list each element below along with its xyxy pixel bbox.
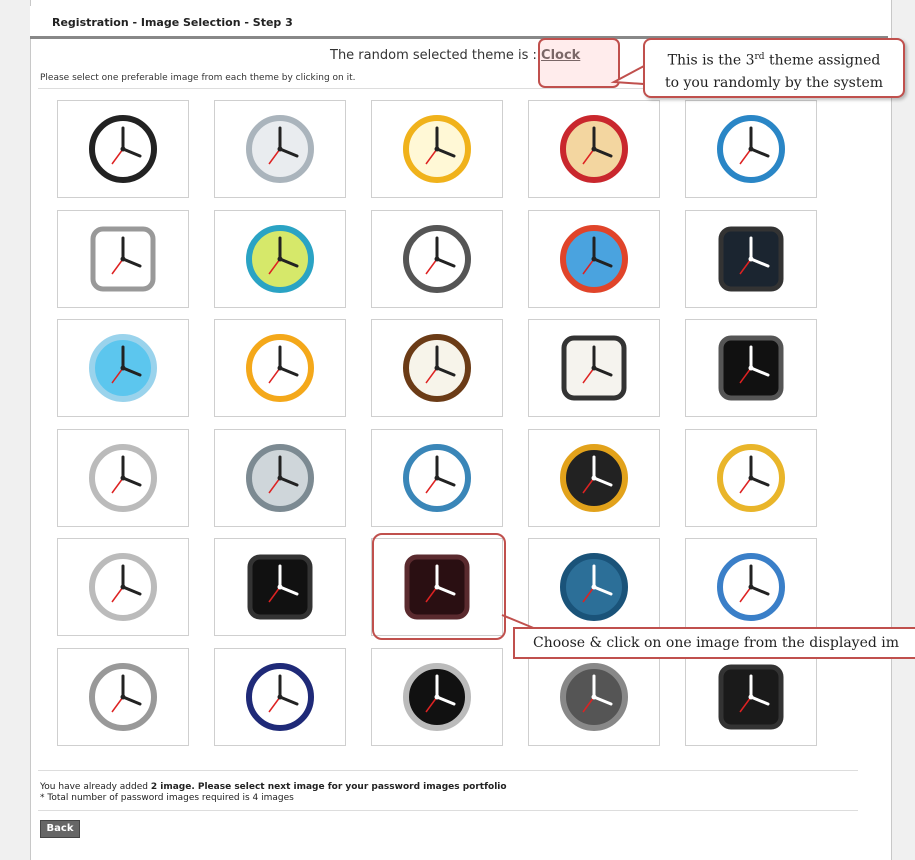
image-option-clock-green-alarm[interactable]: [214, 210, 346, 308]
theme-prefix: The random selected theme is :: [330, 48, 542, 63]
image-option-clock-flip-digital[interactable]: [214, 538, 346, 636]
image-option-clock-stopwatch[interactable]: [57, 648, 189, 746]
clock-icon: [246, 115, 314, 183]
image-option-clock-blue-face-alarm[interactable]: [528, 210, 660, 308]
clock-icon: [717, 553, 785, 621]
callout-text-a: This is the 3: [667, 52, 755, 69]
image-option-clock-sketch-alarm[interactable]: [371, 210, 503, 308]
clock-icon: [718, 226, 784, 292]
clock-icon: [89, 115, 157, 183]
image-option-clock-gold-small[interactable]: [685, 429, 817, 527]
image-option-clock-blue-disc[interactable]: [57, 319, 189, 417]
theme-callout: This is the 3rd theme assigned to you ra…: [643, 38, 905, 98]
image-option-clock-red-beige[interactable]: [528, 100, 660, 198]
selection-highlight-box: [372, 533, 506, 640]
clock-icon: [560, 115, 628, 183]
status-text: You have already added 2 image. Please s…: [40, 782, 507, 804]
image-option-clock-square-silver[interactable]: [57, 210, 189, 308]
image-option-clock-dark-square[interactable]: [685, 210, 817, 308]
image-option-clock-white-alarm[interactable]: [57, 429, 189, 527]
clock-icon: [717, 115, 785, 183]
clock-icon: [89, 444, 157, 512]
image-option-clock-octagon[interactable]: [214, 429, 346, 527]
image-option-clock-bell-alarm[interactable]: [57, 538, 189, 636]
callout-text-b: theme assigned: [764, 52, 881, 69]
clock-icon: [246, 663, 314, 731]
clock-icon: [560, 663, 628, 731]
image-option-clock-black-chrome[interactable]: [57, 100, 189, 198]
image-option-clock-blue-desk[interactable]: [371, 429, 503, 527]
page-title: Registration - Image Selection - Step 3: [52, 16, 293, 29]
image-option-clock-black-round[interactable]: [371, 648, 503, 746]
clock-icon: [403, 225, 471, 293]
back-button[interactable]: Back: [40, 820, 80, 838]
clock-icon: [246, 444, 314, 512]
image-option-clock-pocket-watch[interactable]: [371, 319, 503, 417]
image-option-clock-blue-globe[interactable]: [528, 538, 660, 636]
clock-icon: [560, 553, 628, 621]
clock-icon: [247, 554, 313, 620]
clock-icon: [403, 444, 471, 512]
clock-icon: [560, 444, 628, 512]
clock-icon: [718, 335, 784, 401]
image-option-clock-white-square[interactable]: [528, 319, 660, 417]
image-option-clock-blue-alarm[interactable]: [685, 100, 817, 198]
clock-icon: [246, 225, 314, 293]
clock-icon: [403, 115, 471, 183]
status-bold: 2 image. Please select next image for yo…: [150, 782, 507, 792]
divider: [38, 810, 858, 811]
divider: [38, 770, 858, 771]
instruction-text: Please select one preferable image from …: [40, 73, 356, 83]
image-option-clock-orange-round[interactable]: [214, 319, 346, 417]
header-bar: Registration - Image Selection - Step 3: [30, 6, 888, 39]
status-note: * Total number of password images requir…: [40, 793, 294, 803]
clock-icon: [89, 334, 157, 402]
clock-icon: [561, 335, 627, 401]
callout-text-c: to you randomly by the system: [664, 74, 884, 91]
image-option-clock-black-ios[interactable]: [685, 319, 817, 417]
image-option-clock-wrist-watch[interactable]: [685, 648, 817, 746]
image-option-clock-numbers-blue[interactable]: [685, 538, 817, 636]
image-option-clock-grey-dome[interactable]: [528, 648, 660, 746]
clock-icon: [246, 334, 314, 402]
clock-icon: [560, 225, 628, 293]
image-option-clock-yellow-alarm[interactable]: [371, 100, 503, 198]
status-prefix: You have already added: [40, 782, 151, 792]
clock-icon: [89, 553, 157, 621]
clock-icon: [403, 334, 471, 402]
click-callout: Choose & click on one image from the dis…: [513, 627, 915, 659]
clock-icon: [403, 663, 471, 731]
clock-icon: [90, 226, 156, 292]
image-option-clock-black-alarm[interactable]: [528, 429, 660, 527]
clock-icon: [89, 663, 157, 731]
image-option-clock-navy-ring[interactable]: [214, 648, 346, 746]
callout-sup: rd: [754, 52, 765, 62]
clock-icon: [718, 664, 784, 730]
image-option-clock-silver-round[interactable]: [214, 100, 346, 198]
clock-icon: [717, 444, 785, 512]
